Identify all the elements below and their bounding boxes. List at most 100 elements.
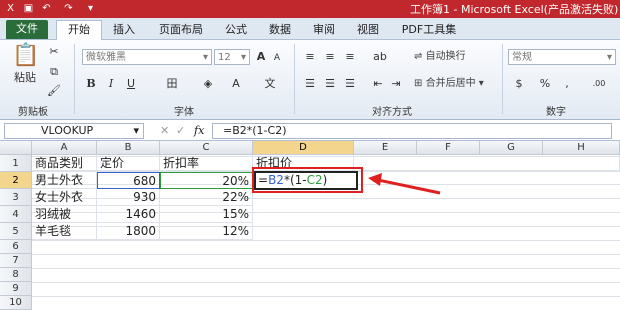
tab-home[interactable]: 开始	[56, 20, 102, 41]
cell-C5[interactable]: 12%	[160, 223, 253, 240]
font-size-value: 12	[218, 52, 231, 63]
qat-menu-icon[interactable]: ▾	[84, 2, 97, 15]
column-header[interactable]: E	[354, 141, 417, 155]
row-header[interactable]: 2	[0, 172, 32, 189]
merge-icon: ⊞	[414, 78, 423, 89]
row-header[interactable]: 9	[0, 282, 32, 296]
cell-A4[interactable]: 羽绒被	[32, 206, 97, 223]
italic-icon[interactable]: I	[104, 76, 118, 92]
insert-function-icon[interactable]: fx	[194, 124, 204, 137]
align-left-icon[interactable]: ☰	[302, 76, 318, 92]
formula-bar: VLOOKUP ▾ ✕ ✓ fx =B2*(1-C2)	[0, 121, 620, 141]
chevron-down-icon: ▾	[606, 52, 612, 63]
increase-indent-icon[interactable]: ⇥	[388, 76, 404, 92]
wrap-text-label: 自动换行	[425, 51, 466, 62]
tab-formulas[interactable]: 公式	[218, 21, 254, 39]
group-number-label: 数字	[546, 107, 566, 118]
tab-insert[interactable]: 插入	[106, 21, 142, 39]
column-header[interactable]: F	[417, 141, 480, 155]
tab-review[interactable]: 审阅	[306, 21, 342, 39]
comma-icon[interactable]: ,	[560, 76, 574, 92]
merge-center-button[interactable]: ⊞ 合并后居中 ▾	[414, 76, 498, 92]
annotation-highlight-box	[252, 167, 363, 193]
bold-icon[interactable]: B	[84, 76, 98, 92]
cell-A1[interactable]: 商品类别	[32, 155, 97, 172]
tab-view[interactable]: 视图	[350, 21, 386, 39]
ribbon-separator	[294, 44, 295, 114]
row-header[interactable]: 4	[0, 206, 32, 223]
column-header[interactable]: G	[480, 141, 543, 155]
column-header[interactable]: A	[32, 141, 97, 155]
align-middle-icon[interactable]: ≡	[322, 49, 338, 65]
merge-center-label: 合并后居中	[425, 78, 476, 89]
column-header[interactable]: C	[160, 141, 253, 155]
align-right-icon[interactable]: ☰	[342, 76, 358, 92]
grow-font-icon[interactable]: A	[254, 49, 268, 65]
cell-C3[interactable]: 22%	[160, 189, 253, 206]
cell-C1[interactable]: 折扣率	[160, 155, 253, 172]
tab-page-layout[interactable]: 页面布局	[152, 21, 210, 39]
name-box[interactable]: VLOOKUP ▾	[4, 123, 144, 139]
format-painter-icon[interactable]: 🖌	[46, 83, 62, 99]
row-header[interactable]: 1	[0, 155, 32, 172]
copy-icon[interactable]: ⧉	[46, 64, 62, 80]
group-font-label: 字体	[174, 107, 194, 118]
number-format-select[interactable]: 常规 ▾	[508, 49, 616, 65]
fill-color-icon[interactable]: ◈	[198, 76, 218, 92]
name-box-value: VLOOKUP	[41, 124, 94, 137]
align-top-icon[interactable]: ≡	[302, 49, 318, 65]
accounting-icon[interactable]: $	[510, 76, 528, 92]
column-header[interactable]: H	[543, 141, 620, 155]
row-header[interactable]: 8	[0, 268, 32, 282]
row-header[interactable]: 3	[0, 189, 32, 206]
wrap-text-button[interactable]: ⇌ 自动换行	[414, 49, 494, 65]
row-header[interactable]: 5	[0, 223, 32, 240]
ribbon-separator	[74, 44, 75, 114]
shrink-font-icon[interactable]: A	[270, 50, 284, 66]
decrease-indent-icon[interactable]: ⇤	[370, 76, 386, 92]
align-center-icon[interactable]: ☰	[322, 76, 338, 92]
cell-B2[interactable]: 680	[97, 172, 160, 189]
save-icon[interactable]: ▣	[22, 2, 35, 15]
redo-icon[interactable]: ↷	[62, 2, 75, 15]
row-header[interactable]: 6	[0, 240, 32, 254]
select-all-corner[interactable]	[0, 141, 32, 155]
cell-A3[interactable]: 女士外衣	[32, 189, 97, 206]
group-clipboard-label: 剪贴板	[18, 107, 48, 118]
cell-B3[interactable]: 930	[97, 189, 160, 206]
undo-icon[interactable]: ↶	[40, 2, 53, 15]
cell-A2[interactable]: 男士外衣	[32, 172, 97, 189]
cell-C2[interactable]: 20%	[160, 172, 253, 189]
row-header[interactable]: 7	[0, 254, 32, 268]
font-color-icon[interactable]: A	[226, 76, 246, 92]
number-format-value: 常规	[512, 52, 532, 63]
percent-icon[interactable]: %	[538, 76, 552, 92]
chevron-down-icon: ▾	[240, 52, 246, 63]
tab-file[interactable]: 文件	[6, 20, 48, 39]
window-title: 工作簿1 - Microsoft Excel(产品激活失败)	[410, 3, 619, 16]
underline-icon[interactable]: U	[124, 76, 138, 92]
font-name-select[interactable]: 微软雅黑 ▾	[82, 49, 212, 65]
cell-B1[interactable]: 定价	[97, 155, 160, 172]
tab-data[interactable]: 数据	[262, 21, 298, 39]
borders-icon[interactable]: 田	[162, 76, 182, 92]
cell-C4[interactable]: 15%	[160, 206, 253, 223]
font-size-select[interactable]: 12 ▾	[214, 49, 250, 65]
tab-pdf-tools[interactable]: PDF工具集	[396, 21, 462, 39]
phonetic-icon[interactable]: 文	[260, 76, 280, 92]
align-bottom-icon[interactable]: ≡	[342, 49, 358, 65]
paste-icon[interactable]: 📋	[12, 44, 39, 68]
formula-input[interactable]: =B2*(1-C2)	[212, 123, 612, 139]
column-header[interactable]: D	[253, 141, 354, 155]
cancel-icon[interactable]: ✕	[160, 124, 169, 137]
cut-icon[interactable]: ✂	[46, 44, 62, 60]
paste-label[interactable]: 粘贴	[8, 70, 42, 86]
cell-B5[interactable]: 1800	[97, 223, 160, 240]
row-header[interactable]: 10	[0, 296, 32, 310]
increase-decimal-icon[interactable]: .00	[584, 76, 614, 92]
cell-B4[interactable]: 1460	[97, 206, 160, 223]
column-header[interactable]: B	[97, 141, 160, 155]
enter-icon[interactable]: ✓	[176, 124, 185, 137]
orientation-icon[interactable]: ab	[370, 49, 390, 65]
cell-A5[interactable]: 羊毛毯	[32, 223, 97, 240]
